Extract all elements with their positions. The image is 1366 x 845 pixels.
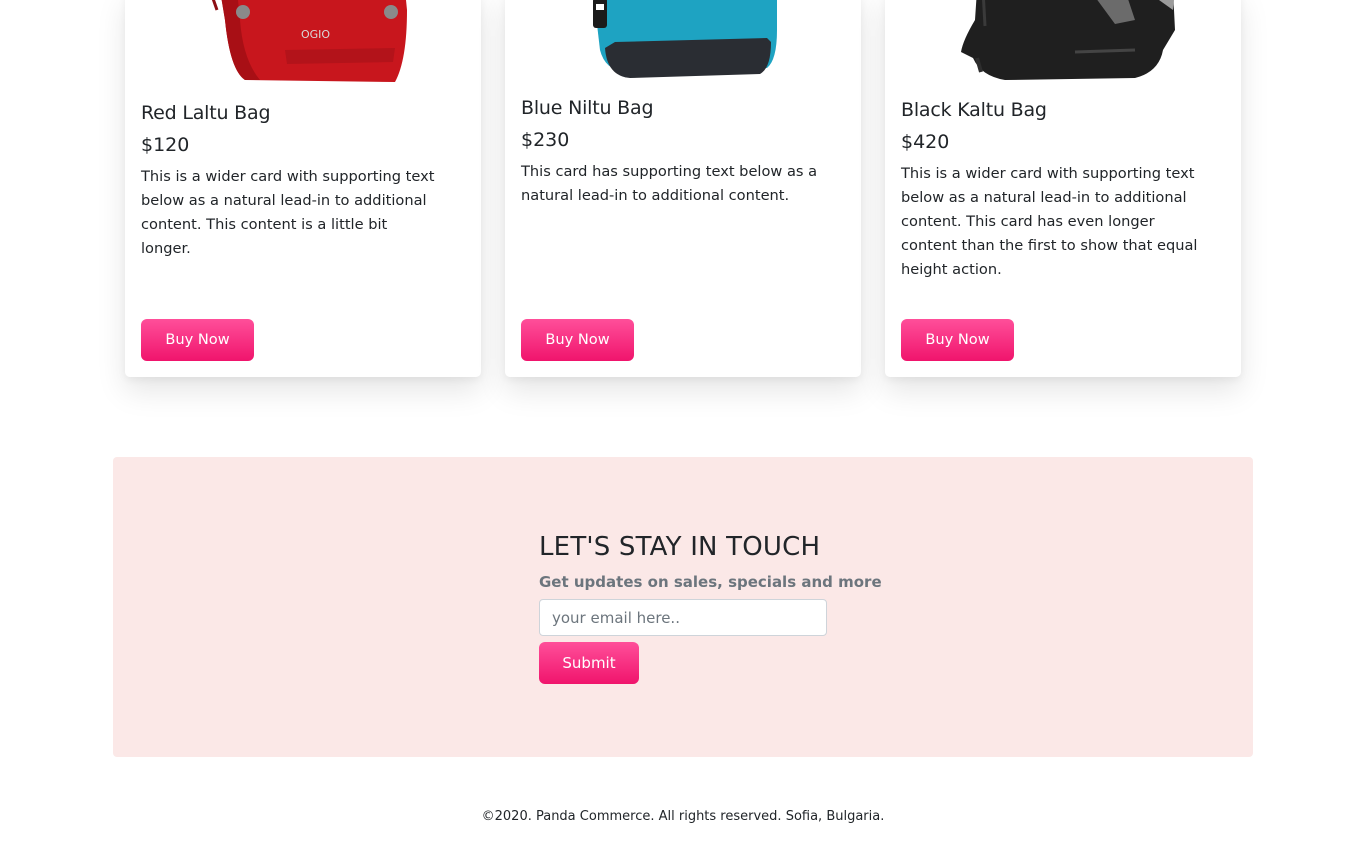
black-bag-image (961, 0, 1175, 80)
buy-now-button[interactable]: Buy Now (521, 319, 634, 361)
product-description: This is a wider card with supporting tex… (141, 168, 435, 257)
red-bag-image: OGIO (211, 0, 407, 82)
product-price: $120 (141, 134, 190, 156)
product-price: $230 (521, 129, 570, 151)
product-description: This card has supporting text below as a… (521, 163, 818, 204)
footer-text: ©2020. Panda Commerce. All rights reserv… (481, 809, 885, 824)
blue-bag-image (593, 0, 777, 78)
product-card: Blue Niltu Bag $230 This card has suppor… (505, 0, 861, 377)
buy-now-button[interactable]: Buy Now (141, 319, 254, 361)
newsletter-heading: LET'S STAY IN TOUCH (539, 532, 821, 562)
product-title: Black Kaltu Bag (901, 99, 1047, 121)
product-description: This is a wider card with supporting tex… (901, 165, 1198, 278)
email-input[interactable] (539, 599, 827, 636)
page: OGIO Red Laltu Bag $120 This is a wider … (0, 0, 1366, 845)
product-title: Blue Niltu Bag (521, 97, 654, 119)
product-price: $420 (901, 131, 950, 153)
svg-text:OGIO: OGIO (301, 28, 330, 41)
product-card: OGIO Red Laltu Bag $120 This is a wider … (125, 0, 481, 377)
buy-now-button[interactable]: Buy Now (901, 319, 1014, 361)
newsletter-subheading: Get updates on sales, specials and more (539, 573, 882, 591)
newsletter-section: LET'S STAY IN TOUCH Get updates on sales… (113, 457, 1253, 757)
submit-button[interactable]: Submit (539, 642, 639, 684)
product-card: Black Kaltu Bag $420 This is a wider car… (885, 0, 1241, 377)
product-title: Red Laltu Bag (141, 102, 271, 124)
